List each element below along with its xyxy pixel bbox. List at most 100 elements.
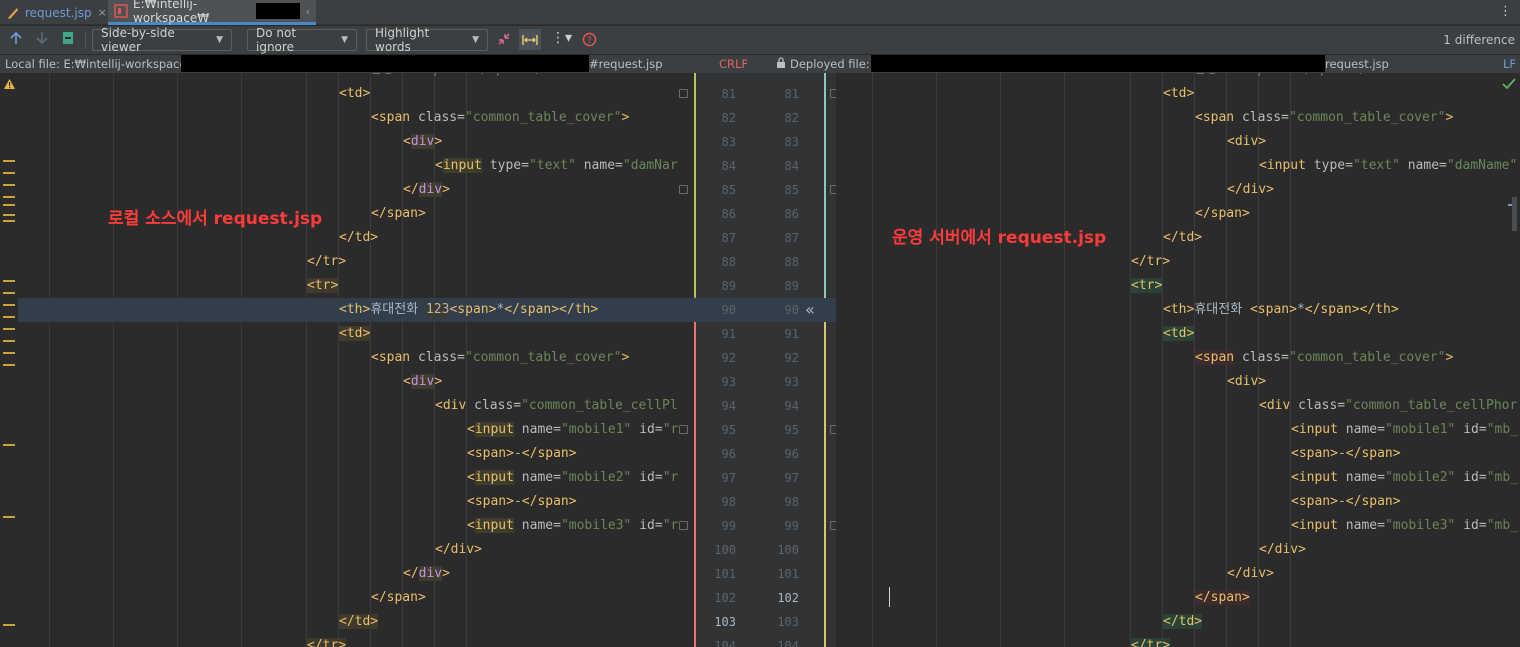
line-number-left: 97: [721, 471, 736, 485]
file-info-bar: Local file: E:₩intellij-workspace₩ #requ…: [0, 55, 1520, 73]
svg-text:?: ?: [587, 36, 592, 46]
line-number-right: 101: [777, 567, 799, 581]
collapse-icon[interactable]: [497, 32, 511, 50]
redacted-block: [181, 55, 589, 72]
arrow-down-icon[interactable]: [35, 31, 49, 49]
deployed-file-suffix: request.jsp: [1325, 57, 1389, 71]
left-annotation: 로컬 소스에서 request.jsp: [108, 209, 323, 229]
redacted-block: [871, 55, 1325, 72]
line-number-right: 81: [784, 87, 799, 101]
settings-menu-icon[interactable]: ⋮▾: [551, 30, 572, 46]
highlight-label: Highlight words: [375, 26, 430, 54]
more-actions-icon[interactable]: ⋮: [1499, 4, 1512, 19]
local-file-suffix: #request.jsp: [589, 57, 663, 71]
line-number-gutter: 81 82 83 84 85 86 87 88 89 90 91 92 93 94 95 96 97 98 99 10…: [694, 73, 836, 647]
line-number-right: 97: [784, 471, 799, 485]
warning-icon: [3, 75, 16, 94]
chevron-down-icon: ▼: [341, 35, 348, 45]
highlight-dropdown[interactable]: Highlight words ▼: [366, 26, 488, 54]
tab-diff[interactable]: E:₩intellij-workspace₩ ‹: [108, 0, 316, 25]
line-number-right: 93: [784, 375, 799, 389]
line-number-left: 94: [721, 399, 736, 413]
line-number-left: 100: [714, 543, 736, 557]
line-number-left: 98: [721, 495, 736, 509]
viewer-label: Side-by-side viewer: [101, 26, 175, 54]
line-number-left: 89: [721, 279, 736, 293]
line-number-right: 95: [784, 423, 799, 437]
line-number-right: 91: [784, 327, 799, 341]
arrow-up-icon[interactable]: [9, 31, 23, 49]
left-code: <th>담당 * <span>*</span></th> <td> <span …: [0, 73, 678, 647]
line-number-right: 96: [784, 447, 799, 461]
line-number-left: 87: [721, 231, 736, 245]
line-number-left: 104: [714, 639, 736, 647]
left-editor-pane[interactable]: <th>담당 * <span>*</span></th> <td> <span …: [0, 73, 694, 647]
chevron-down-icon: ▼: [472, 35, 479, 45]
line-number-left: 82: [721, 111, 736, 125]
line-number-left: 96: [721, 447, 736, 461]
close-icon[interactable]: ‹: [306, 5, 310, 18]
line-number-left: 95: [721, 423, 736, 437]
check-icon: [1502, 75, 1516, 94]
local-file-label: Local file: E:₩intellij-workspace₩: [5, 57, 198, 71]
jsp-file-icon: [6, 6, 20, 20]
line-number-right: 84: [784, 159, 799, 173]
line-number-right: 88: [784, 255, 799, 269]
line-number-left: 99: [721, 519, 736, 533]
ignore-label: Do not ignore: [256, 26, 297, 54]
line-number-right: 86: [784, 207, 799, 221]
line-number-left: 93: [721, 375, 736, 389]
text-caret: [889, 587, 890, 607]
line-number-left: 85: [721, 183, 736, 197]
line-number-left: 84: [721, 159, 736, 173]
line-number-right: 102: [777, 591, 799, 605]
deployed-file-label: Deployed file: /: [790, 57, 878, 71]
line-number-right: 83: [784, 135, 799, 149]
line-number-right: 87: [784, 231, 799, 245]
difference-count: 1 difference: [1443, 33, 1515, 47]
line-number-right: 94: [784, 399, 799, 413]
chevron-down-icon: ▼: [216, 35, 223, 45]
line-number-right: 98: [784, 495, 799, 509]
line-number-right: 104: [777, 639, 799, 647]
help-icon[interactable]: ?: [582, 32, 597, 51]
line-number-left: 83: [721, 135, 736, 149]
tab-label: request.jsp: [25, 5, 92, 20]
line-number-left: 102: [714, 591, 736, 605]
diff-file-icon: [114, 4, 128, 18]
viewer-dropdown[interactable]: Side-by-side viewer ▼: [92, 26, 232, 54]
line-number-right: 100: [777, 543, 799, 557]
accept-change-icon[interactable]: «: [805, 300, 815, 319]
line-number-left: 88: [721, 255, 736, 269]
line-number-right: 92: [784, 351, 799, 365]
line-number-left: 91: [721, 327, 736, 341]
editor-tab-bar: request.jsp × E:₩intellij-workspace₩ ‹ ⋮: [0, 0, 1520, 25]
close-icon[interactable]: ×: [98, 6, 107, 19]
line-number-left: 92: [721, 351, 736, 365]
edit-source-icon[interactable]: [61, 31, 75, 49]
lock-icon: [776, 57, 786, 71]
line-number-right: 90: [784, 303, 799, 317]
separator: [85, 32, 86, 49]
line-number-right: 89: [784, 279, 799, 293]
left-eol[interactable]: CRLF: [719, 57, 748, 71]
diff-toolbar: Side-by-side viewer ▼ Do not ignore ▼ High…: [0, 26, 1520, 55]
right-code: <th>담당 * <span>*</span></th> <td> <span …: [836, 73, 1518, 647]
line-number-left: 103: [714, 615, 736, 629]
line-number-left: 86: [721, 207, 736, 221]
line-number-left: 81: [721, 87, 736, 101]
right-editor-pane[interactable]: <th>담당 * <span>*</span></th> <td> <span …: [836, 73, 1520, 647]
scrollbar-thumb[interactable]: [1512, 197, 1517, 231]
line-number-left: 101: [714, 567, 736, 581]
line-number-right: 103: [777, 615, 799, 629]
sync-scroll-icon[interactable]: [519, 29, 541, 50]
line-number-right: 99: [784, 519, 799, 533]
tab-label: E:₩intellij-workspace₩: [133, 0, 210, 25]
line-number-right: 82: [784, 111, 799, 125]
right-eol[interactable]: LF: [1503, 57, 1516, 71]
line-number-right: 85: [784, 183, 799, 197]
ignore-dropdown[interactable]: Do not ignore ▼: [247, 26, 357, 54]
line-number-left: 90: [721, 303, 736, 317]
tab-request-jsp[interactable]: request.jsp ×: [0, 0, 108, 25]
redacted-block: [255, 3, 300, 19]
